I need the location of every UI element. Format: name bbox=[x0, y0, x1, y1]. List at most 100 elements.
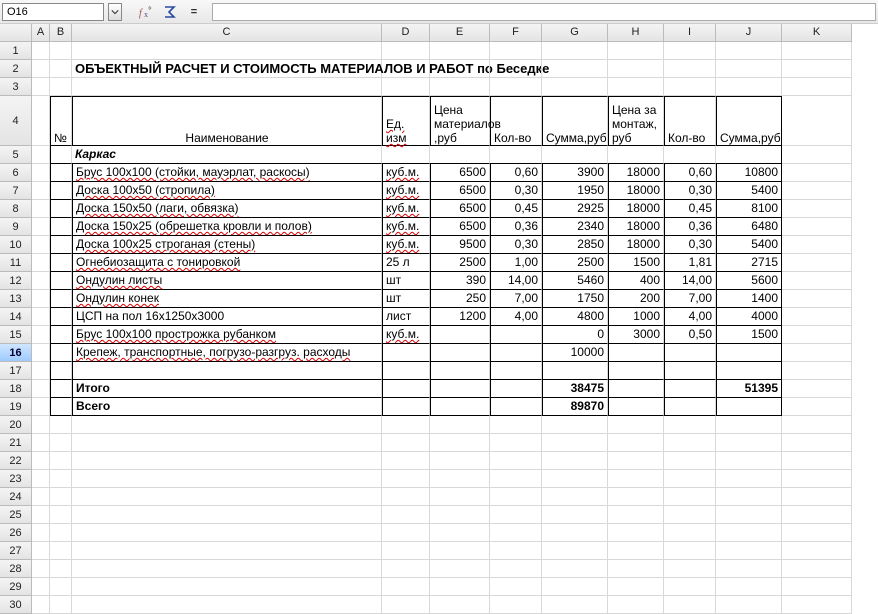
cell-E17[interactable] bbox=[430, 362, 490, 380]
cell-A24[interactable] bbox=[32, 488, 50, 506]
cell-A6[interactable] bbox=[32, 164, 50, 182]
cell-F15[interactable] bbox=[490, 326, 542, 344]
cell-G10[interactable]: 2850 bbox=[542, 236, 608, 254]
col-header-A[interactable]: A bbox=[32, 24, 50, 42]
cell-B20[interactable] bbox=[50, 416, 72, 434]
cell-A14[interactable] bbox=[32, 308, 50, 326]
cell-H6[interactable]: 18000 bbox=[608, 164, 664, 182]
cell-F13[interactable]: 7,00 bbox=[490, 290, 542, 308]
row-header-30[interactable]: 30 bbox=[0, 596, 32, 614]
cell-A27[interactable] bbox=[32, 542, 50, 560]
row-header-20[interactable]: 20 bbox=[0, 416, 32, 434]
row-header-16[interactable]: 16 bbox=[0, 344, 32, 362]
row-header-12[interactable]: 12 bbox=[0, 272, 32, 290]
cell-I17[interactable] bbox=[664, 362, 716, 380]
cell-E21[interactable] bbox=[430, 434, 490, 452]
cell-C7[interactable]: Доска 100х50 (стропила) bbox=[72, 182, 382, 200]
cell-C13[interactable]: Ондулин конек bbox=[72, 290, 382, 308]
cell-A30[interactable] bbox=[32, 596, 50, 614]
cell-K19[interactable] bbox=[782, 398, 852, 416]
cell-F5[interactable] bbox=[490, 146, 542, 164]
cell-E23[interactable] bbox=[430, 470, 490, 488]
cell-B25[interactable] bbox=[50, 506, 72, 524]
cell-A23[interactable] bbox=[32, 470, 50, 488]
cell-H14[interactable]: 1000 bbox=[608, 308, 664, 326]
cell-E13[interactable]: 250 bbox=[430, 290, 490, 308]
cell-C27[interactable] bbox=[72, 542, 382, 560]
row-header-4[interactable]: 4 bbox=[0, 96, 32, 146]
cell-G8[interactable]: 2925 bbox=[542, 200, 608, 218]
cell-D20[interactable] bbox=[382, 416, 430, 434]
cell-A17[interactable] bbox=[32, 362, 50, 380]
cell-B29[interactable] bbox=[50, 578, 72, 596]
cell-H4[interactable]: Цена за монтаж, руб bbox=[608, 96, 664, 146]
cell-J26[interactable] bbox=[716, 524, 782, 542]
cell-F28[interactable] bbox=[490, 560, 542, 578]
cell-J27[interactable] bbox=[716, 542, 782, 560]
cell-F2[interactable] bbox=[490, 60, 542, 78]
cell-I28[interactable] bbox=[664, 560, 716, 578]
cell-J3[interactable] bbox=[716, 78, 782, 96]
cell-D8[interactable]: куб.м. bbox=[382, 200, 430, 218]
cell-H11[interactable]: 1500 bbox=[608, 254, 664, 272]
cell-E8[interactable]: 6500 bbox=[430, 200, 490, 218]
cell-B10[interactable] bbox=[50, 236, 72, 254]
cell-B16[interactable] bbox=[50, 344, 72, 362]
cell-D28[interactable] bbox=[382, 560, 430, 578]
cell-D19[interactable] bbox=[382, 398, 430, 416]
cell-F24[interactable] bbox=[490, 488, 542, 506]
cell-A7[interactable] bbox=[32, 182, 50, 200]
cell-D24[interactable] bbox=[382, 488, 430, 506]
cell-K13[interactable] bbox=[782, 290, 852, 308]
cell-F1[interactable] bbox=[490, 42, 542, 60]
cell-G27[interactable] bbox=[542, 542, 608, 560]
cell-J5[interactable] bbox=[716, 146, 782, 164]
row-header-26[interactable]: 26 bbox=[0, 524, 32, 542]
cell-J7[interactable]: 5400 bbox=[716, 182, 782, 200]
cell-E22[interactable] bbox=[430, 452, 490, 470]
cell-E15[interactable] bbox=[430, 326, 490, 344]
cell-K5[interactable] bbox=[782, 146, 852, 164]
cell-K2[interactable] bbox=[782, 60, 852, 78]
row-header-22[interactable]: 22 bbox=[0, 452, 32, 470]
cell-A16[interactable] bbox=[32, 344, 50, 362]
cell-G23[interactable] bbox=[542, 470, 608, 488]
cell-G7[interactable]: 1950 bbox=[542, 182, 608, 200]
cell-C22[interactable] bbox=[72, 452, 382, 470]
cell-A26[interactable] bbox=[32, 524, 50, 542]
cell-K30[interactable] bbox=[782, 596, 852, 614]
cell-E7[interactable]: 6500 bbox=[430, 182, 490, 200]
cell-F14[interactable]: 4,00 bbox=[490, 308, 542, 326]
cell-H30[interactable] bbox=[608, 596, 664, 614]
cell-C4[interactable]: Наименование bbox=[72, 96, 382, 146]
cell-D5[interactable] bbox=[382, 146, 430, 164]
cell-H22[interactable] bbox=[608, 452, 664, 470]
cell-D27[interactable] bbox=[382, 542, 430, 560]
cell-B24[interactable] bbox=[50, 488, 72, 506]
cell-B4[interactable]: № bbox=[50, 96, 72, 146]
cell-D7[interactable]: куб.м. bbox=[382, 182, 430, 200]
cell-I2[interactable] bbox=[664, 60, 716, 78]
cell-D10[interactable]: куб.м. bbox=[382, 236, 430, 254]
cell-C16[interactable]: Крепеж, транспортные, погрузо-разгруз. р… bbox=[72, 344, 382, 362]
cell-A29[interactable] bbox=[32, 578, 50, 596]
row-header-13[interactable]: 13 bbox=[0, 290, 32, 308]
cell-G19[interactable]: 89870 bbox=[542, 398, 608, 416]
cell-J25[interactable] bbox=[716, 506, 782, 524]
cell-D4[interactable]: Ед. изм bbox=[382, 96, 430, 146]
cell-F26[interactable] bbox=[490, 524, 542, 542]
col-header-D[interactable]: D bbox=[382, 24, 430, 42]
cell-C2[interactable]: ОБЪЕКТНЫЙ РАСЧЕТ И СТОИМОСТЬ МАТЕРИАЛОВ … bbox=[72, 60, 382, 78]
cell-E12[interactable]: 390 bbox=[430, 272, 490, 290]
cell-D14[interactable]: лист bbox=[382, 308, 430, 326]
row-header-23[interactable]: 23 bbox=[0, 470, 32, 488]
cell-E18[interactable] bbox=[430, 380, 490, 398]
cell-K11[interactable] bbox=[782, 254, 852, 272]
cell-I26[interactable] bbox=[664, 524, 716, 542]
cell-C9[interactable]: Доска 150х25 (обрешетка кровли и полов) bbox=[72, 218, 382, 236]
cell-I18[interactable] bbox=[664, 380, 716, 398]
row-header-28[interactable]: 28 bbox=[0, 560, 32, 578]
row-header-6[interactable]: 6 bbox=[0, 164, 32, 182]
cell-I20[interactable] bbox=[664, 416, 716, 434]
cell-H29[interactable] bbox=[608, 578, 664, 596]
